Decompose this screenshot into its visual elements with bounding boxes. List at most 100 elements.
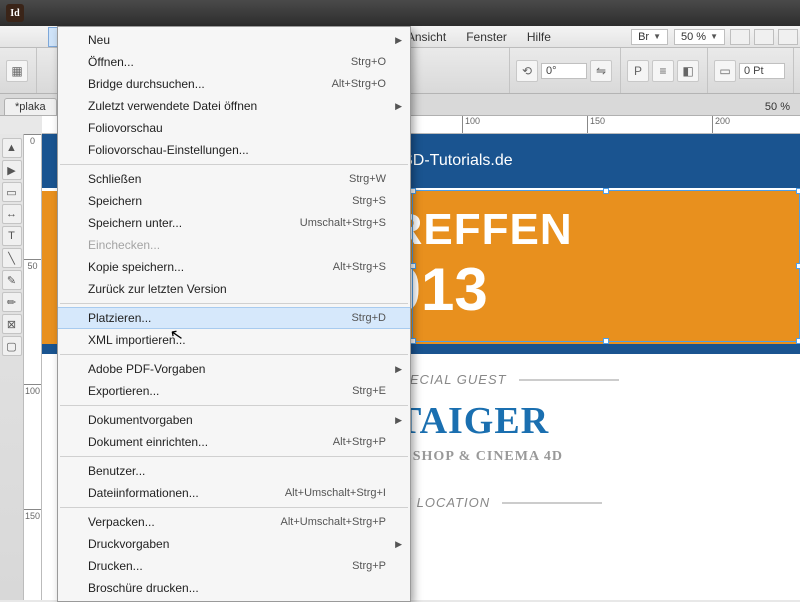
stroke-icon[interactable]: ▭: [714, 60, 736, 82]
screen-mode-icon[interactable]: [730, 29, 750, 45]
menu-item-shortcut: Alt+Strg+P: [333, 434, 386, 450]
menu-item-label: Speichern unter...: [88, 215, 300, 231]
wrap-icon[interactable]: ◧: [677, 60, 699, 82]
angle-field[interactable]: 0°: [541, 63, 587, 79]
menu-item-label: Foliovorschau-Einstellungen...: [88, 142, 386, 158]
rect-tool[interactable]: ▢: [2, 336, 22, 356]
menu-item-label: Verpacken...: [88, 514, 281, 530]
line-tool[interactable]: ╲: [2, 248, 22, 268]
menu-item-label: Neu: [88, 32, 386, 48]
menu-item-label: Zurück zur letzten Version: [88, 281, 386, 297]
menu-divider: [60, 405, 408, 406]
submenu-arrow-icon: ▶: [395, 98, 402, 114]
menu-item-label: Speichern: [88, 193, 352, 209]
menu-hilfe[interactable]: Hilfe: [517, 27, 561, 47]
submenu-arrow-icon: ▶: [395, 412, 402, 428]
menu-item-label: Drucken...: [88, 558, 352, 574]
tools-panel: ▲ ▶ ▭ ↔ T ╲ ✎ ✏ ⊠ ▢: [0, 134, 24, 600]
menu-item-kopie-speichern[interactable]: Kopie speichern...Alt+Strg+S: [58, 256, 410, 278]
file-menu-dropdown: Neu▶Öffnen...Strg+OBridge durchsuchen...…: [57, 26, 411, 602]
menu-item-shortcut: Strg+O: [351, 54, 386, 70]
menu-divider: [60, 354, 408, 355]
menu-item-label: Exportieren...: [88, 383, 352, 399]
app-icon: Id: [6, 4, 24, 22]
bridge-button[interactable]: Br▼: [631, 29, 668, 45]
menu-item-einchecken: Einchecken...: [58, 234, 410, 256]
submenu-arrow-icon: ▶: [395, 361, 402, 377]
menu-item-label: XML importieren...: [88, 332, 386, 348]
menu-item-zur-ck-zur-letzten-version[interactable]: Zurück zur letzten Version: [58, 278, 410, 300]
menu-item-verpacken[interactable]: Verpacken...Alt+Umschalt+Strg+P: [58, 511, 410, 533]
menu-item-label: Kopie speichern...: [88, 259, 333, 275]
menu-item-exportieren[interactable]: Exportieren...Strg+E: [58, 380, 410, 402]
menu-divider: [60, 164, 408, 165]
tab-zoom: 50 %: [755, 99, 800, 115]
menu-item-label: Adobe PDF-Vorgaben: [88, 361, 386, 377]
menu-item-shortcut: Alt+Strg+S: [333, 259, 386, 275]
menu-item-label: Platzieren...: [88, 310, 351, 326]
menu-fenster[interactable]: Fenster: [456, 27, 517, 47]
menu-item-shortcut: Strg+P: [352, 558, 386, 574]
gap-tool[interactable]: ↔: [2, 204, 22, 224]
pencil-tool[interactable]: ✏: [2, 292, 22, 312]
menu-item-bridge-durchsuchen[interactable]: Bridge durchsuchen...Alt+Strg+O: [58, 73, 410, 95]
menu-item-platzieren[interactable]: Platzieren...Strg+D: [58, 307, 410, 329]
selection-tool[interactable]: ▲: [2, 138, 22, 158]
zoom-field[interactable]: 50 %▼: [674, 29, 725, 45]
menu-item-shortcut: Alt+Strg+O: [332, 76, 386, 92]
menu-item-brosch-re-drucken[interactable]: Broschüre drucken...: [58, 577, 410, 599]
pen-tool[interactable]: ✎: [2, 270, 22, 290]
submenu-arrow-icon: ▶: [395, 536, 402, 552]
menu-item-xml-importieren[interactable]: XML importieren...: [58, 329, 410, 351]
align-icon[interactable]: ≡: [652, 60, 674, 82]
workspace-icon[interactable]: [778, 29, 798, 45]
menu-item-label: Benutzer...: [88, 463, 386, 479]
menu-item-speichern[interactable]: SpeichernStrg+S: [58, 190, 410, 212]
menu-item-label: Zuletzt verwendete Datei öffnen: [88, 98, 386, 114]
menu-item-zuletzt-verwendete-datei-ffnen[interactable]: Zuletzt verwendete Datei öffnen ▶: [58, 95, 410, 117]
menu-item-shortcut: Alt+Umschalt+Strg+P: [281, 514, 386, 530]
ruler-vertical: 0 50 100 150: [24, 134, 42, 600]
menu-item-label: Dateiinformationen...: [88, 485, 285, 501]
menu-item-adobe-pdf-vorgaben[interactable]: Adobe PDF-Vorgaben ▶: [58, 358, 410, 380]
menu-item-label: Einchecken...: [88, 237, 386, 253]
menu-item-drucken[interactable]: Drucken...Strg+P: [58, 555, 410, 577]
menu-item-dokument-einrichten[interactable]: Dokument einrichten...Alt+Strg+P: [58, 431, 410, 453]
menu-item-shortcut: Alt+Umschalt+Strg+I: [285, 485, 386, 501]
arrange-icon[interactable]: [754, 29, 774, 45]
menu-divider: [60, 303, 408, 304]
menu-item-label: Öffnen...: [88, 54, 351, 70]
menu-item-label: Schließen: [88, 171, 349, 187]
stroke-weight-field[interactable]: 0 Pt: [739, 63, 785, 79]
menu-item-foliovorschau-einstellungen[interactable]: Foliovorschau-Einstellungen...: [58, 139, 410, 161]
menu-item-neu[interactable]: Neu ▶: [58, 29, 410, 51]
menu-item-shortcut: Strg+E: [352, 383, 386, 399]
menu-item-druckvorgaben[interactable]: Druckvorgaben ▶: [58, 533, 410, 555]
menu-item-dateiinformationen[interactable]: Dateiinformationen...Alt+Umschalt+Strg+I: [58, 482, 410, 504]
menu-item-benutzer[interactable]: Benutzer...: [58, 460, 410, 482]
menu-item-label: Broschüre drucken...: [88, 580, 386, 596]
menu-item-schlie-en[interactable]: SchließenStrg+W: [58, 168, 410, 190]
flip-h-icon[interactable]: ⇋: [590, 60, 612, 82]
menu-item-speichern-unter[interactable]: Speichern unter...Umschalt+Strg+S: [58, 212, 410, 234]
menu-item-foliovorschau[interactable]: Foliovorschau: [58, 117, 410, 139]
menu-item-shortcut: Strg+W: [349, 171, 386, 187]
char-icon[interactable]: P: [627, 60, 649, 82]
reference-point-icon[interactable]: ▦: [6, 60, 28, 82]
menu-item-label: Druckvorgaben: [88, 536, 386, 552]
menu-item-ffnen[interactable]: Öffnen...Strg+O: [58, 51, 410, 73]
menu-item-shortcut: Strg+S: [352, 193, 386, 209]
page-tool[interactable]: ▭: [2, 182, 22, 202]
menu-item-label: Dokument einrichten...: [88, 434, 333, 450]
type-tool[interactable]: T: [2, 226, 22, 246]
rect-frame-tool[interactable]: ⊠: [2, 314, 22, 334]
submenu-arrow-icon: ▶: [395, 32, 402, 48]
menu-divider: [60, 507, 408, 508]
direct-select-tool[interactable]: ▶: [2, 160, 22, 180]
menu-item-shortcut: Strg+D: [351, 310, 386, 326]
menu-item-label: Bridge durchsuchen...: [88, 76, 332, 92]
menu-item-dokumentvorgaben[interactable]: Dokumentvorgaben ▶: [58, 409, 410, 431]
menu-item-label: Dokumentvorgaben: [88, 412, 386, 428]
document-tab[interactable]: *plaka: [4, 98, 57, 115]
rotate-icon[interactable]: ⟲: [516, 60, 538, 82]
